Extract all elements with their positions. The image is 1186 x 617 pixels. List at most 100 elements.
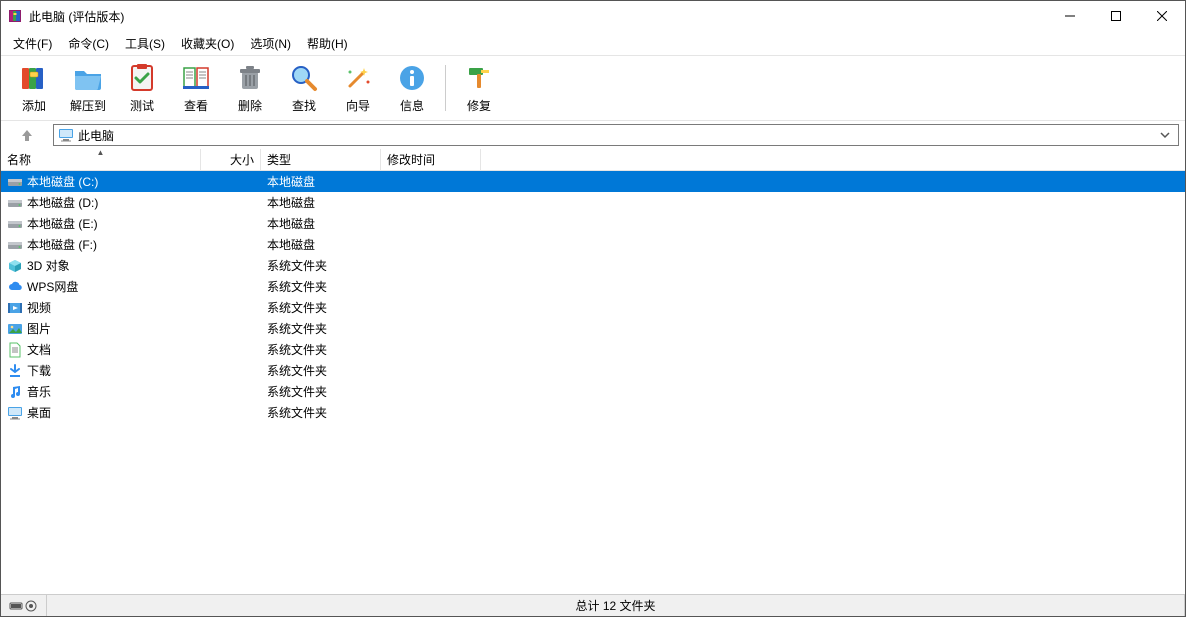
- up-button[interactable]: [7, 123, 47, 147]
- list-row[interactable]: 下载系统文件夹: [1, 360, 1185, 381]
- window-title: 此电脑 (评估版本): [29, 8, 124, 25]
- extract-label: 解压到: [70, 97, 106, 114]
- list-header: 名称 ▲ 大小 类型 修改时间: [1, 149, 1185, 171]
- status-indicator: [1, 595, 47, 616]
- music-icon: [7, 384, 23, 400]
- row-name: WPS网盘: [27, 278, 78, 295]
- list-row[interactable]: WPS网盘 系统文件夹: [1, 276, 1185, 297]
- find-button[interactable]: 查找: [277, 58, 331, 118]
- info-button[interactable]: 信息: [385, 58, 439, 118]
- row-name: 文档: [27, 341, 51, 358]
- column-name[interactable]: 名称 ▲: [1, 149, 201, 170]
- row-type: 系统文件夹: [261, 299, 381, 316]
- info-icon: [396, 62, 428, 94]
- list-row[interactable]: 本地磁盘 (C:) 本地磁盘: [1, 171, 1185, 192]
- add-button[interactable]: 添加: [7, 58, 61, 118]
- add-label: 添加: [22, 97, 46, 114]
- row-type: 系统文件夹: [261, 383, 381, 400]
- row-type: 系统文件夹: [261, 320, 381, 337]
- computer-icon: [58, 127, 74, 143]
- address-text: 此电脑: [78, 127, 1156, 144]
- hammer-icon: [463, 62, 495, 94]
- folder-open-icon: [72, 62, 104, 94]
- sort-asc-icon: ▲: [97, 148, 105, 157]
- titlebar: 此电脑 (评估版本): [1, 1, 1185, 31]
- menu-options[interactable]: 选项(N): [242, 33, 299, 54]
- list-row[interactable]: 本地磁盘 (F:) 本地磁盘: [1, 234, 1185, 255]
- list-row[interactable]: 桌面 系统文件夹: [1, 402, 1185, 423]
- trash-icon: [234, 62, 266, 94]
- row-type: 系统文件夹: [261, 404, 381, 421]
- drive-icon: [7, 174, 23, 190]
- row-type: 系统文件夹: [261, 278, 381, 295]
- row-name: 视频: [27, 299, 51, 316]
- repair-button[interactable]: 修复: [452, 58, 506, 118]
- column-type[interactable]: 类型: [261, 149, 381, 170]
- repair-label: 修复: [467, 97, 491, 114]
- view-button[interactable]: 查看: [169, 58, 223, 118]
- test-label: 测试: [130, 97, 154, 114]
- list-body[interactable]: 本地磁盘 (C:)本地磁盘本地磁盘 (D:)本地磁盘本地磁盘 (E:)本地磁盘本…: [1, 171, 1185, 594]
- drive-icon: [7, 195, 23, 211]
- book-open-icon: [180, 62, 212, 94]
- magnifier-icon: [288, 62, 320, 94]
- wand-icon: [342, 62, 374, 94]
- column-date[interactable]: 修改时间: [381, 149, 481, 170]
- delete-label: 删除: [238, 97, 262, 114]
- row-name: 音乐: [27, 383, 51, 400]
- row-type: 本地磁盘: [261, 173, 381, 190]
- menubar: 文件(F) 命令(C) 工具(S) 收藏夹(O) 选项(N) 帮助(H): [1, 31, 1185, 55]
- row-type: 系统文件夹: [261, 257, 381, 274]
- clipboard-check-icon: [126, 62, 158, 94]
- row-name: 图片: [27, 320, 51, 337]
- row-name: 桌面: [27, 404, 51, 421]
- delete-button[interactable]: 删除: [223, 58, 277, 118]
- list-row[interactable]: 本地磁盘 (E:)本地磁盘: [1, 213, 1185, 234]
- menu-favorites[interactable]: 收藏夹(O): [173, 33, 242, 54]
- desktop-icon: [7, 405, 23, 421]
- address-dropdown[interactable]: [1156, 125, 1174, 145]
- list-row[interactable]: 音乐 系统文件夹: [1, 381, 1185, 402]
- address-box[interactable]: 此电脑: [53, 124, 1179, 146]
- picture-icon: [7, 321, 23, 337]
- app-icon: [7, 8, 23, 24]
- drive-icon: [7, 216, 23, 232]
- row-name: 下载: [27, 362, 51, 379]
- statusbar: 总计 12 文件夹: [1, 594, 1185, 616]
- extract-button[interactable]: 解压到: [61, 58, 115, 118]
- column-size[interactable]: 大小: [201, 149, 261, 170]
- wizard-button[interactable]: 向导: [331, 58, 385, 118]
- list-row[interactable]: 图片 系统文件夹: [1, 318, 1185, 339]
- books-icon: [18, 62, 50, 94]
- menu-tools[interactable]: 工具(S): [117, 33, 173, 54]
- list-row[interactable]: 视频 系统文件夹: [1, 297, 1185, 318]
- video-icon: [7, 300, 23, 316]
- drive-icon: [7, 237, 23, 253]
- row-name: 本地磁盘 (F:): [27, 236, 97, 253]
- list-row[interactable]: 3D 对象 系统文件夹: [1, 255, 1185, 276]
- test-button[interactable]: 测试: [115, 58, 169, 118]
- info-label: 信息: [400, 97, 424, 114]
- list-row[interactable]: 本地磁盘 (D:)本地磁盘: [1, 192, 1185, 213]
- menu-command[interactable]: 命令(C): [60, 33, 117, 54]
- row-type: 系统文件夹: [261, 341, 381, 358]
- find-label: 查找: [292, 97, 316, 114]
- winrar-window: 此电脑 (评估版本) 文件(F) 命令(C) 工具(S) 收藏夹(O) 选项(N…: [0, 0, 1186, 617]
- minimize-button[interactable]: [1047, 1, 1093, 31]
- download-icon: [7, 363, 23, 379]
- close-button[interactable]: [1139, 1, 1185, 31]
- toolbar: 添加 解压到 测试: [1, 55, 1185, 121]
- row-name: 本地磁盘 (C:): [27, 173, 98, 190]
- menu-help[interactable]: 帮助(H): [299, 33, 356, 54]
- address-row: 此电脑: [1, 121, 1185, 149]
- wizard-label: 向导: [346, 97, 370, 114]
- row-name: 本地磁盘 (D:): [27, 194, 98, 211]
- view-label: 查看: [184, 97, 208, 114]
- list-row[interactable]: 文档 系统文件夹: [1, 339, 1185, 360]
- row-name: 3D 对象: [27, 257, 70, 274]
- toolbar-separator: [445, 65, 446, 111]
- document-icon: [7, 342, 23, 358]
- row-type: 本地磁盘: [261, 236, 381, 253]
- maximize-button[interactable]: [1093, 1, 1139, 31]
- menu-file[interactable]: 文件(F): [5, 33, 60, 54]
